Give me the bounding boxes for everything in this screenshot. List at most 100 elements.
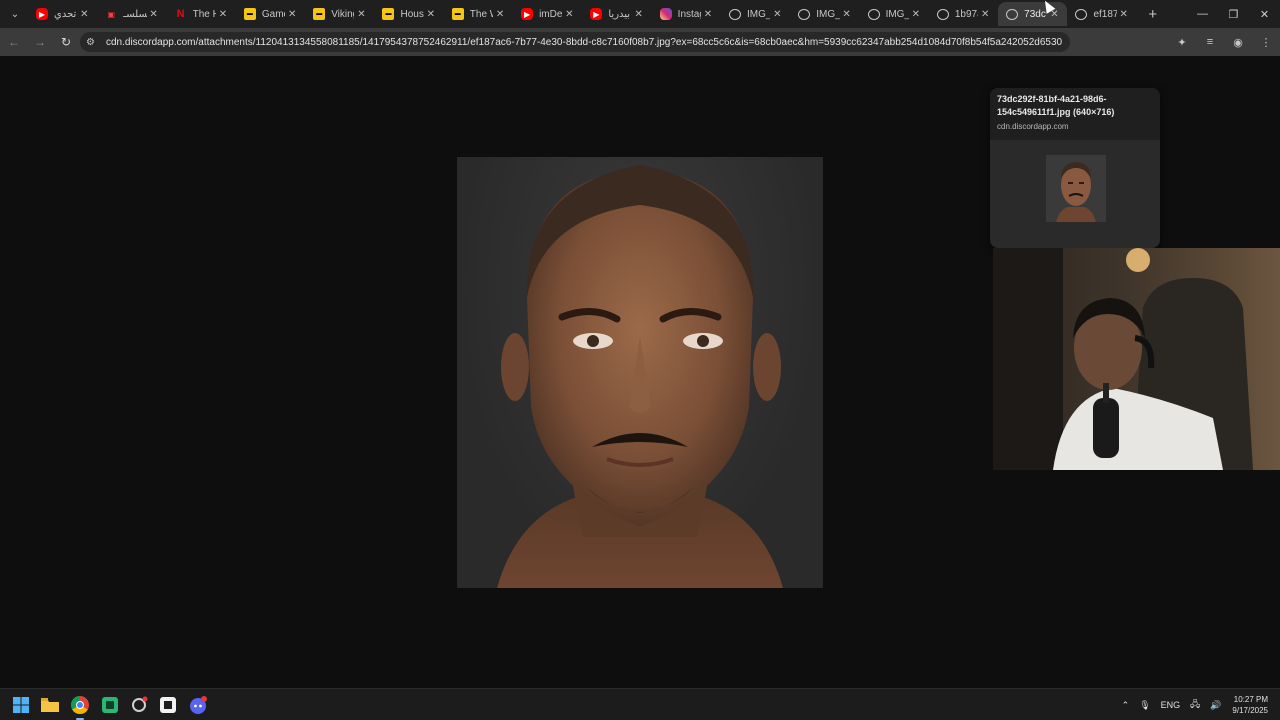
tab[interactable]: ▣ مسلسـ ✕ xyxy=(97,2,166,26)
imdb-icon: ▬ xyxy=(313,8,326,20)
tab-title: IMG_ xyxy=(816,8,840,20)
tab[interactable]: ef187 ✕ xyxy=(1067,2,1136,26)
close-icon[interactable]: ✕ xyxy=(147,9,161,20)
face-render-image xyxy=(457,157,823,588)
windows-start-button[interactable] xyxy=(9,693,33,717)
settings-app-button[interactable] xyxy=(127,693,151,717)
close-icon[interactable]: ✕ xyxy=(909,9,923,20)
close-icon[interactable]: ✕ xyxy=(424,9,438,20)
tab[interactable]: ▶ بيدريا ✕ xyxy=(582,2,651,26)
tab-title: بيدريا xyxy=(608,8,631,20)
chrome-button[interactable] xyxy=(68,693,92,720)
clock-date: 9/17/2025 xyxy=(1232,706,1268,715)
browser-toolbar: ← → ↻ ⚙ cdn.discordapp.com/attachments/1… xyxy=(0,28,1280,56)
media-controls-icon[interactable]: ≡ xyxy=(1196,36,1224,48)
tab-search-button[interactable]: ⌄ xyxy=(2,3,28,25)
tab-title: تحدي xyxy=(54,8,77,20)
network-icon[interactable]: 🖧 xyxy=(1185,697,1205,713)
hover-card-thumbnail xyxy=(1046,155,1106,222)
tab[interactable]: ▬ Viking ✕ xyxy=(305,2,374,26)
tab-title: Viking xyxy=(331,8,354,20)
close-icon[interactable]: ✕ xyxy=(978,9,992,20)
forward-button[interactable]: → xyxy=(28,30,52,54)
clock[interactable]: 10:27 PM 9/17/2025 xyxy=(1226,694,1280,716)
tab-list: ▶ تحدي ✕ ▣ مسلسـ ✕ N The H ✕ ▬ Game ✕ ▬ … xyxy=(28,0,1137,28)
tab-active[interactable]: 73dc ✕ xyxy=(998,2,1068,26)
close-icon[interactable]: ✕ xyxy=(1117,9,1131,20)
close-icon[interactable]: ✕ xyxy=(632,9,646,20)
hover-card-info: 73dc292f-81bf-4a21-98d6-154c549611f1.jpg… xyxy=(990,88,1160,140)
page-content: 73dc292f-81bf-4a21-98d6-154c549611f1.jpg… xyxy=(0,56,1280,688)
back-button[interactable]: ← xyxy=(2,30,26,54)
tab[interactable]: ▬ House ✕ xyxy=(374,2,443,26)
address-bar[interactable]: ⚙ cdn.discordapp.com/attachments/1120413… xyxy=(80,32,1070,52)
close-icon[interactable]: ✕ xyxy=(77,9,91,20)
netflix-icon: N xyxy=(176,8,185,20)
tab[interactable]: IMG_ ✕ xyxy=(721,2,790,26)
globe-icon xyxy=(1006,8,1019,20)
tab-title: The H xyxy=(192,8,216,20)
discord-button[interactable] xyxy=(186,693,210,717)
restore-icon[interactable]: ❐ xyxy=(1218,0,1249,28)
toolbar-actions: ✦ ≡ ◉ ⋮ xyxy=(1168,28,1280,56)
tab-title: IMG_ xyxy=(746,8,771,20)
youtube-logo-icon: ▣ xyxy=(107,9,116,19)
reload-button[interactable]: ↻ xyxy=(54,30,78,54)
extensions-icon[interactable]: ✦ xyxy=(1168,36,1196,49)
site-info-icon[interactable]: ⚙ xyxy=(86,37,102,48)
tab[interactable]: Instag ✕ xyxy=(652,2,721,26)
tab-title: House xyxy=(400,8,424,20)
close-icon[interactable]: ✕ xyxy=(493,9,507,20)
close-icon[interactable]: ✕ xyxy=(216,9,230,20)
chevron-down-icon: ⌄ xyxy=(10,8,20,20)
tab[interactable]: ▶ imDel ✕ xyxy=(513,2,582,26)
tab-title: مسلسـ xyxy=(123,8,147,20)
close-icon[interactable]: ✕ xyxy=(840,9,854,20)
instagram-icon xyxy=(659,8,672,20)
close-window-icon[interactable]: ✕ xyxy=(1249,0,1280,28)
tab[interactable]: IMG_ ✕ xyxy=(790,2,859,26)
tab-title: IMG_ xyxy=(885,8,909,20)
tab[interactable]: N The H ✕ xyxy=(167,2,236,26)
gear-icon xyxy=(132,696,148,712)
microphone-icon[interactable]: 🎙 xyxy=(1134,700,1155,711)
imdb-icon: ▬ xyxy=(451,8,464,20)
new-tab-button[interactable]: + xyxy=(1141,6,1165,23)
globe-icon xyxy=(1075,8,1088,20)
minimize-icon[interactable]: — xyxy=(1187,0,1218,28)
close-icon[interactable]: ✕ xyxy=(562,9,576,20)
url-text[interactable]: cdn.discordapp.com/attachments/112041313… xyxy=(102,37,1062,48)
youtube-icon: ▶ xyxy=(36,8,48,20)
tab[interactable]: ▬ Game ✕ xyxy=(236,2,305,26)
folder-icon xyxy=(41,698,59,712)
close-icon[interactable]: ✕ xyxy=(285,9,299,20)
store-app-button[interactable] xyxy=(98,693,122,717)
taskbar: ⌃ 🎙 ENG 🖧 🔊 10:27 PM 9/17/2025 xyxy=(0,688,1280,720)
tab[interactable]: ▶ تحدي ✕ xyxy=(28,2,97,26)
file-explorer-button[interactable] xyxy=(38,693,62,717)
chevron-up-icon[interactable]: ⌃ xyxy=(1117,700,1135,711)
media-app-button[interactable] xyxy=(156,693,180,717)
window-controls: — ❐ ✕ xyxy=(1187,0,1280,28)
tab-title: Instag xyxy=(677,8,701,20)
tab[interactable]: ▬ The W ✕ xyxy=(444,2,513,26)
arrow-left-icon: ← xyxy=(8,35,20,49)
globe-icon xyxy=(798,8,811,20)
reload-icon: ↻ xyxy=(60,35,72,49)
system-tray: ⌃ 🎙 ENG 🖧 🔊 10:27 PM 9/17/2025 xyxy=(1117,689,1280,720)
tab[interactable]: 1b97a ✕ xyxy=(929,2,998,26)
store-icon xyxy=(102,697,118,713)
volume-icon[interactable]: 🔊 xyxy=(1205,700,1226,711)
close-icon[interactable]: ✕ xyxy=(770,9,784,20)
clock-time: 10:27 PM xyxy=(1233,695,1268,704)
language-indicator[interactable]: ENG xyxy=(1156,700,1186,710)
youtube-icon: ▶ xyxy=(590,8,603,20)
media-icon xyxy=(160,697,176,713)
hover-card-domain: cdn.discordapp.com xyxy=(997,122,1069,131)
menu-icon[interactable]: ⋮ xyxy=(1252,36,1280,49)
close-icon[interactable]: ✕ xyxy=(701,9,715,20)
close-icon[interactable]: ✕ xyxy=(354,9,368,20)
profile-icon[interactable]: ◉ xyxy=(1224,36,1252,49)
tab-title: ef187 xyxy=(1093,8,1117,20)
tab[interactable]: IMG_ ✕ xyxy=(860,2,929,26)
